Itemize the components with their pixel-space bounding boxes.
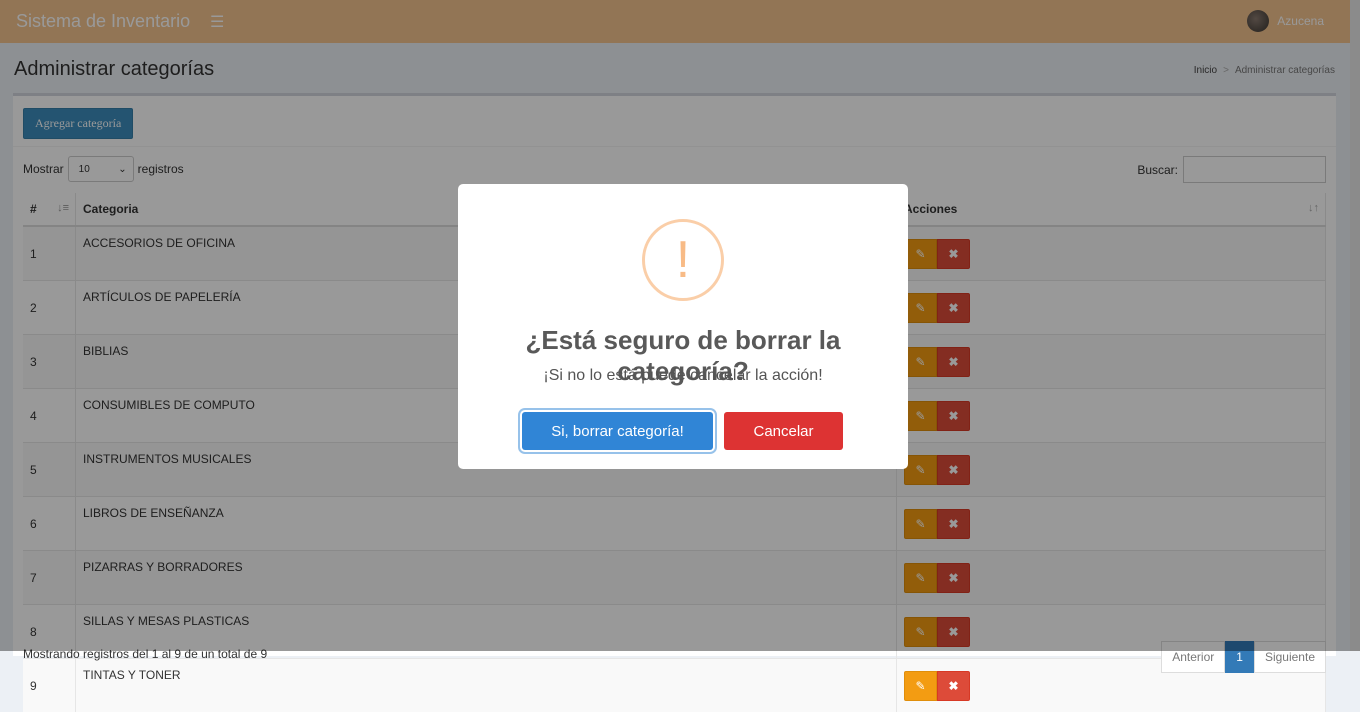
warning-icon: ! xyxy=(642,219,724,301)
pencil-icon: ✎ xyxy=(915,679,925,693)
dialog-text: ¡Si no lo está puede cancelar la acción! xyxy=(458,367,908,385)
confirm-delete-button[interactable]: Si, borrar categoría! xyxy=(522,412,713,450)
confirm-delete-dialog: ! ¿Está seguro de borrar la categoría? ¡… xyxy=(458,184,908,469)
close-icon: ✖ xyxy=(948,679,958,693)
delete-button[interactable]: ✖ xyxy=(937,671,970,701)
table-row: 9TINTAS Y TONER ✎ ✖ xyxy=(23,659,1326,712)
cancel-button[interactable]: Cancelar xyxy=(724,412,843,450)
edit-button[interactable]: ✎ xyxy=(904,671,937,701)
row-number: 9 xyxy=(23,659,76,712)
category-name: TINTAS Y TONER xyxy=(76,659,897,712)
